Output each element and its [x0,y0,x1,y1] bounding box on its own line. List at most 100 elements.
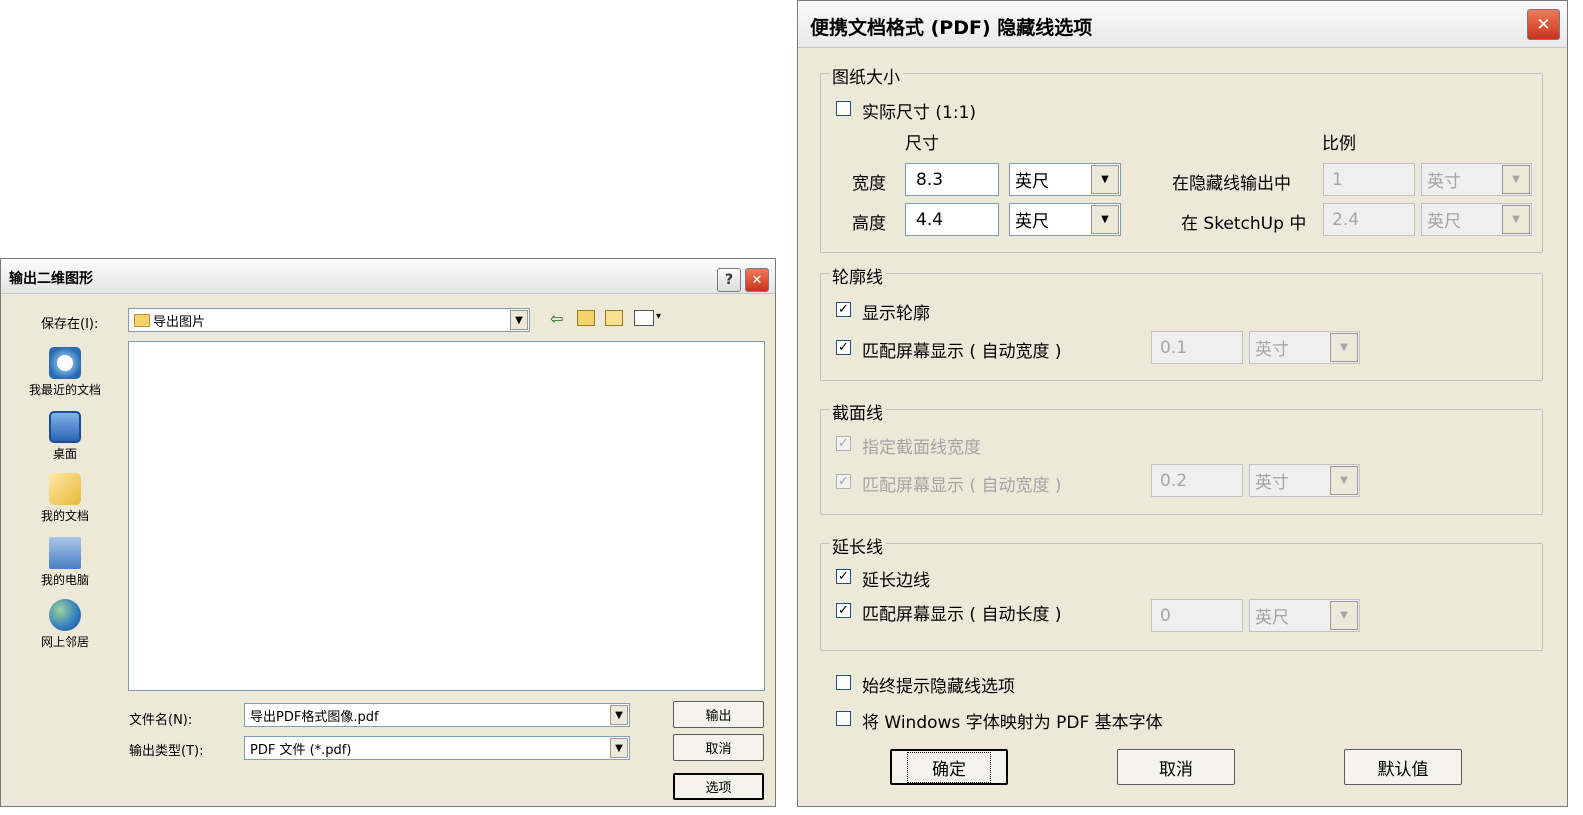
chevron-down-icon[interactable]: ▼ [610,738,628,758]
height-unit-select[interactable]: 英尺 ▼ [1009,203,1121,236]
section-width-value: 0.2 [1160,470,1188,491]
folder-icon [134,314,150,327]
paper-size-group-title: 图纸大小 [829,63,903,88]
profile-lines-group: 轮廓线 [820,263,1543,381]
place-label: 我的电脑 [40,573,89,587]
place-desktop[interactable]: 桌面 [15,411,115,462]
chevron-down-icon[interactable]: ▼ [1502,205,1530,234]
width-unit-select[interactable]: 英尺 ▼ [1009,163,1121,196]
filetype-select[interactable]: PDF 文件 (*.pdf) ▼ [244,736,630,760]
pdf-cancel-button[interactable]: 取消 [1117,749,1235,785]
pdf-hidden-line-options-dialog: 便携文档格式 (PDF) 隐藏线选项 ✕ 图纸大小 实际尺寸 (1:1) 尺寸 … [797,0,1568,807]
section-width-input[interactable]: 0.2 [1151,464,1243,497]
chevron-down-icon[interactable]: ▼ [1330,601,1358,630]
chevron-down-icon[interactable]: ▼ [510,310,528,330]
extension-unit-select[interactable]: 英尺 ▼ [1249,599,1360,632]
place-my-documents[interactable]: 我的文档 [15,473,115,524]
width-unit-value: 英尺 [1015,172,1049,192]
chevron-down-icon[interactable]: ▼ [1091,205,1119,234]
extension-length-input[interactable]: 0 [1151,599,1243,632]
view-menu-icon[interactable] [634,310,654,326]
section-match-screen-label: 匹配屏幕显示 ( 自动宽度 ) [862,476,1062,496]
ok-button[interactable]: 确定 [890,749,1008,785]
options-button[interactable]: 选项 [673,773,764,800]
section-match-screen-checkbox[interactable]: ✓ [836,474,851,489]
extend-edges-label: 延长边线 [862,571,930,591]
export-button[interactable]: 输出 [673,701,764,728]
extend-edges-checkbox[interactable]: ✓ [836,569,851,584]
section-group-title: 截面线 [829,399,886,424]
in-sketchup-unit-value: 英尺 [1427,212,1461,232]
scale-header: 比例 [1322,134,1356,154]
network-places-icon [49,599,81,631]
desktop-icon [49,411,81,443]
hidden-output-input[interactable]: 1 [1323,163,1415,196]
height-value: 4.4 [916,209,944,230]
profile-width-value: 0.1 [1160,337,1188,358]
actual-size-label: 实际尺寸 (1:1) [862,103,977,123]
profile-width-input[interactable]: 0.1 [1151,331,1243,364]
profile-unit-value: 英寸 [1255,340,1289,360]
hidden-output-label: 在隐藏线输出中 [1172,174,1291,194]
filetype-label: 输出类型(T): [129,744,204,759]
extension-match-screen-checkbox[interactable]: ✓ [836,603,851,618]
chevron-down-icon[interactable]: ▼ [1091,165,1119,194]
extension-lines-group: 延长线 [820,533,1543,651]
show-profile-checkbox[interactable]: ✓ [836,302,851,317]
filename-input[interactable]: 导出PDF格式图像.pdf ▼ [244,703,630,727]
pdf-close-button[interactable]: ✕ [1527,9,1560,40]
specify-section-width-checkbox[interactable]: ✓ [836,436,851,451]
default-values-button[interactable]: 默认值 [1344,749,1462,785]
save-in-combo[interactable]: 导出图片 ▼ [128,308,530,332]
in-sketchup-unit-select[interactable]: 英尺 ▼ [1421,203,1532,236]
chevron-down-icon[interactable]: ▼ [1330,466,1358,495]
profile-match-screen-checkbox[interactable]: ✓ [836,340,851,355]
pdf-dialog-titlebar: 便携文档格式 (PDF) 隐藏线选项 ✕ [798,1,1567,48]
place-label: 我最近的文档 [28,383,101,397]
my-computer-icon [49,537,81,569]
section-lines-group: 截面线 [820,399,1543,515]
hidden-output-unit-select[interactable]: 英寸 ▼ [1421,163,1532,196]
export-dialog-title: 输出二维图形 [9,271,93,287]
actual-size-checkbox[interactable] [836,101,851,116]
place-my-computer[interactable]: 我的电脑 [15,537,115,588]
width-input[interactable]: 8.3 [905,163,999,196]
chevron-down-icon[interactable]: ▼ [1330,333,1358,362]
pdf-dialog-title: 便携文档格式 (PDF) 隐藏线选项 [810,17,1093,39]
show-profile-label: 显示轮廓 [862,304,930,324]
height-input[interactable]: 4.4 [905,203,999,236]
view-menu-arrow-icon[interactable]: ▾ [656,311,661,322]
extension-length-value: 0 [1160,605,1171,626]
in-sketchup-input[interactable]: 2.4 [1323,203,1415,236]
profile-group-title: 轮廓线 [829,263,886,288]
hidden-output-value: 1 [1332,169,1343,190]
help-button[interactable]: ? [717,268,741,292]
specify-section-width-label: 指定截面线宽度 [862,438,981,458]
map-fonts-checkbox[interactable] [836,711,851,726]
section-unit-value: 英寸 [1255,473,1289,493]
new-folder-icon[interactable] [605,310,623,326]
map-fonts-label: 将 Windows 字体映射为 PDF 基本字体 [862,713,1163,733]
in-sketchup-value: 2.4 [1332,209,1360,230]
save-in-label: 保存在(I): [41,317,99,332]
up-folder-icon[interactable] [577,310,595,326]
chevron-down-icon[interactable]: ▼ [610,705,628,725]
back-icon[interactable]: ⇦ [550,309,563,328]
extension-match-screen-label: 匹配屏幕显示 ( 自动长度 ) [862,605,1062,625]
file-list[interactable] [128,341,765,691]
place-recent[interactable]: 我最近的文档 [15,347,115,398]
hidden-output-unit-value: 英寸 [1427,172,1461,192]
export-dialog-titlebar: 输出二维图形 ? ✕ [1,259,775,294]
export-cancel-button[interactable]: 取消 [673,734,764,761]
always-prompt-checkbox[interactable] [836,675,851,690]
section-unit-select[interactable]: 英寸 ▼ [1249,464,1360,497]
profile-match-screen-label: 匹配屏幕显示 ( 自动宽度 ) [862,342,1062,362]
place-label: 网上邻居 [40,635,89,649]
profile-unit-select[interactable]: 英寸 ▼ [1249,331,1360,364]
export-close-button[interactable]: ✕ [745,268,769,292]
recent-docs-icon [49,347,81,379]
place-label: 我的文档 [40,509,89,523]
chevron-down-icon[interactable]: ▼ [1502,165,1530,194]
place-network[interactable]: 网上邻居 [15,599,115,650]
save-in-value: 导出图片 [153,314,206,330]
